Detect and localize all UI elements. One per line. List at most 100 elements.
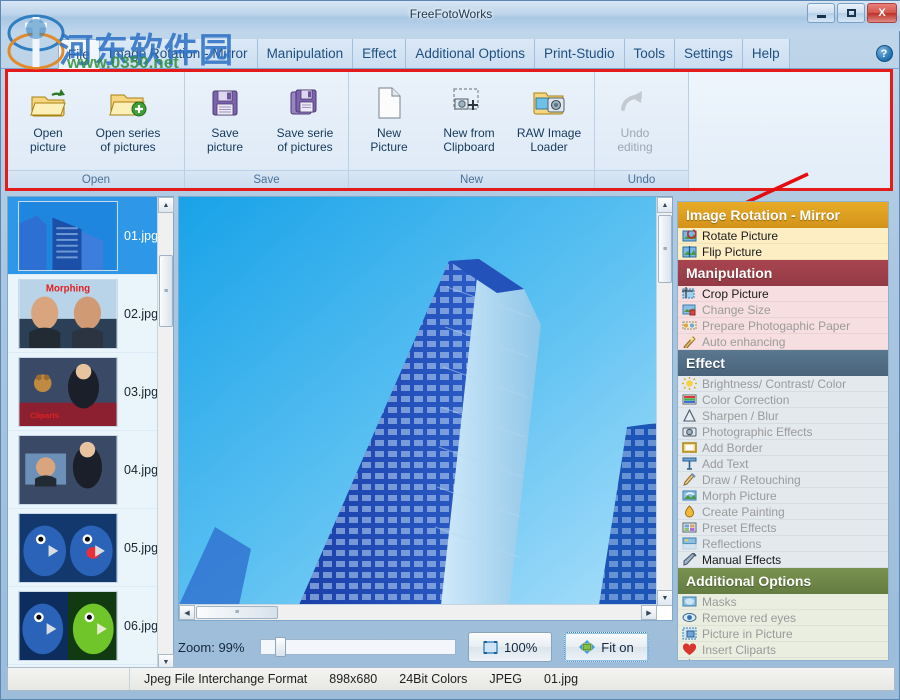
- new-picture-button[interactable]: New Picture: [349, 76, 429, 170]
- open-series-of-pictures-button[interactable]: Open series of pictures: [88, 76, 168, 170]
- thumbnail-label: 02.jpg: [124, 306, 159, 321]
- list-item[interactable]: 04.jpg: [8, 431, 173, 509]
- tab-tools[interactable]: Tools: [624, 39, 676, 68]
- sidebar-item-create-painting[interactable]: Create Painting: [678, 504, 888, 520]
- color-bars-icon: [682, 394, 697, 405]
- scrollbar-thumb[interactable]: ≡: [658, 215, 672, 283]
- help-icon-container[interactable]: ?: [867, 39, 900, 68]
- open-picture-button[interactable]: Open picture: [8, 76, 88, 170]
- save-picture-button[interactable]: Save picture: [185, 76, 265, 170]
- tab-image-rotation-mirror[interactable]: Image Rotation - Mirror: [99, 39, 258, 68]
- zoom-actual-size-icon: [483, 640, 498, 654]
- new-picture-label: New Picture: [370, 126, 408, 154]
- zoom-slider[interactable]: [260, 637, 456, 657]
- save-serie-of-pictures-button[interactable]: Save serie of pictures: [265, 76, 345, 170]
- sidebar-label: Manual Effects: [702, 552, 782, 567]
- title-bar: FreeFotoWorks X: [1, 1, 900, 31]
- thumbnail-scrollbar[interactable]: ▲ ≡ ▼: [157, 197, 174, 670]
- question-mark-icon[interactable]: ?: [875, 45, 893, 62]
- mask-icon: [682, 596, 697, 607]
- fit-on-screen-button[interactable]: Fit on: [564, 632, 649, 662]
- resize-icon: [682, 304, 696, 316]
- ribbon-group-undo: Undo editing Undo: [595, 72, 689, 188]
- tab-additional-options[interactable]: Additional Options: [406, 39, 535, 68]
- list-item[interactable]: Morphing 02.jpg: [8, 275, 173, 353]
- photo-paper-icon: [682, 321, 697, 330]
- sidebar-item-manual-effects[interactable]: Manual Effects: [678, 552, 888, 568]
- camera-effects-icon: [682, 427, 697, 437]
- tab-help[interactable]: Help: [742, 39, 790, 68]
- thumbnail-image: [18, 200, 118, 271]
- painting-icon: [684, 505, 695, 518]
- sidebar-item-symbols-and-lines[interactable]: Symbols and Lines: [678, 658, 888, 660]
- list-item[interactable]: 01.jpg: [8, 197, 173, 275]
- sidebar-item-photographic-effects[interactable]: Photographic Effects: [678, 424, 888, 440]
- sidebar-item-sharpen-blur[interactable]: Sharpen / Blur: [678, 408, 888, 424]
- thumbnail-image: [18, 512, 118, 583]
- undo-editing-button[interactable]: Undo editing: [595, 76, 675, 170]
- scrollbar-thumb[interactable]: ≡: [196, 606, 278, 619]
- sidebar-item-masks[interactable]: Masks: [678, 594, 888, 610]
- raw-image-loader-button[interactable]: RAW Image Loader: [509, 76, 589, 170]
- status-filename: 01.jpg: [544, 672, 579, 686]
- canvas-horizontal-scrollbar[interactable]: ◀ ≡ ▶: [179, 604, 657, 620]
- minimize-button[interactable]: [807, 3, 835, 23]
- morph-icon: [682, 490, 697, 501]
- ribbon-group-open-title: Open: [8, 170, 184, 188]
- scroll-up-arrow-icon[interactable]: ▲: [158, 197, 174, 213]
- zoom-slider-handle[interactable]: [275, 637, 286, 657]
- undo-editing-label: Undo editing: [617, 126, 653, 154]
- close-button[interactable]: X: [867, 3, 897, 23]
- sidebar-label: Add Text: [702, 456, 749, 471]
- thumbnail-list[interactable]: 01.jpg Morphing 02.jpg Cliparts 03.jpg 0…: [7, 196, 174, 671]
- sidebar-item-color-correction[interactable]: Color Correction: [678, 392, 888, 408]
- ribbon-group-undo-title: Undo: [595, 170, 688, 188]
- tab-print-studio[interactable]: Print-Studio: [534, 39, 625, 68]
- image-canvas[interactable]: ▲ ≡ ▼ ◀ ≡ ▶: [178, 196, 673, 621]
- new-from-clipboard-button[interactable]: New from Clipboard: [429, 76, 509, 170]
- sidebar-label: Preset Effects: [702, 520, 777, 535]
- scroll-left-arrow-icon[interactable]: ◀: [179, 605, 195, 620]
- sidebar-label: Crop Picture: [702, 286, 769, 301]
- list-item[interactable]: Cliparts 03.jpg: [8, 353, 173, 431]
- sidebar-item-morph-picture[interactable]: Morph Picture: [678, 488, 888, 504]
- sidebar-item-preset-effects[interactable]: Preset Effects: [678, 520, 888, 536]
- sidebar-item-change-size[interactable]: Change Size: [678, 302, 888, 318]
- red-eye-icon: [682, 613, 697, 622]
- list-item[interactable]: 05.jpg: [8, 509, 173, 587]
- sidebar-item-brightness-contrast-color[interactable]: Brightness/ Contrast/ Color: [678, 376, 888, 392]
- canvas-vertical-scrollbar[interactable]: ▲ ≡ ▼: [656, 197, 672, 606]
- sidebar-item-picture-in-picture[interactable]: Picture in Picture: [678, 626, 888, 642]
- sidebar-item-reflections[interactable]: Reflections: [678, 536, 888, 552]
- scrollbar-thumb[interactable]: ≡: [159, 255, 173, 327]
- open-series-label: Open series of pictures: [95, 126, 161, 154]
- tab-manipulation[interactable]: Manipulation: [257, 39, 354, 68]
- list-item[interactable]: 06.jpg: [8, 587, 173, 665]
- scroll-up-arrow-icon[interactable]: ▲: [657, 197, 672, 213]
- sidebar-item-draw-retouching[interactable]: Draw / Retouching: [678, 472, 888, 488]
- sidebar-item-flip-picture[interactable]: Flip Picture: [678, 244, 888, 260]
- zoom-toolbar: Zoom: 99% 100% Fit on: [178, 627, 698, 667]
- sidebar-item-rotate-picture[interactable]: Rotate Picture: [678, 228, 888, 244]
- sidebar-item-remove-red-eyes[interactable]: Remove red eyes: [678, 610, 888, 626]
- tab-file[interactable]: File: [58, 39, 100, 69]
- zoom-100-label: 100%: [504, 639, 538, 655]
- text-tool-icon: [682, 457, 697, 470]
- sidebar-item-auto-enhancing[interactable]: Auto enhancing: [678, 334, 888, 350]
- svg-text:Cliparts: Cliparts: [30, 411, 59, 420]
- sidebar-item-crop-picture[interactable]: Crop Picture: [678, 286, 888, 302]
- sidebar-item-add-border[interactable]: Add Border: [678, 440, 888, 456]
- tab-settings[interactable]: Settings: [675, 39, 743, 68]
- open-folder-plus-icon: [108, 82, 148, 124]
- scroll-right-arrow-icon[interactable]: ▶: [641, 605, 657, 620]
- tab-effect[interactable]: Effect: [353, 39, 407, 68]
- zoom-100-percent-button[interactable]: 100%: [468, 632, 553, 662]
- sidebar-item-add-text[interactable]: Add Text: [678, 456, 888, 472]
- sidebar-item-insert-cliparts[interactable]: Insert Cliparts: [678, 642, 888, 658]
- scroll-down-arrow-icon[interactable]: ▼: [657, 590, 672, 606]
- thumbnail-label: 06.jpg: [124, 618, 159, 633]
- maximize-button[interactable]: [837, 3, 865, 23]
- sidebar-item-prepare-photographic-paper[interactable]: Prepare Photogaphic Paper: [678, 318, 888, 334]
- sidebar-label: Create Painting: [702, 504, 785, 519]
- save-serie-label: Save serie of pictures: [276, 126, 334, 154]
